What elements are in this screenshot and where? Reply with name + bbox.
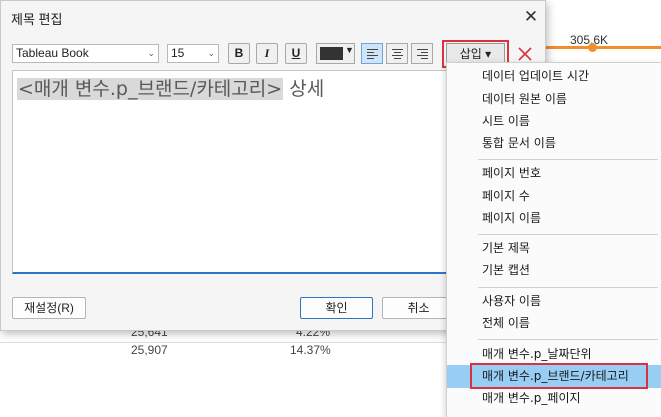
menu-item-page-name[interactable]: 페이지 이름 [447,207,661,230]
font-family-value: Tableau Book [16,46,89,60]
cell-value: 25,907 [131,343,168,357]
menu-item-data-source-name[interactable]: 데이터 원본 이름 [447,88,661,111]
line-series [540,46,661,49]
caret-down-icon: ▼ [345,45,354,55]
dialog-titlebar: 제목 편집 ✕ [1,1,545,33]
menu-item-default-caption[interactable]: 기본 캡션 [447,259,661,282]
title-editor[interactable]: <매개 변수.p_브랜드/카테고리> 상세 [12,70,455,274]
align-center-button[interactable] [386,43,408,64]
bold-button[interactable]: B [228,43,250,64]
editor-content: <매개 변수.p_브랜드/카테고리> 상세 [17,76,324,102]
cell-percent: 14.37% [290,343,331,357]
font-size-value: 15 [171,46,185,60]
menu-divider [478,339,658,340]
menu-item-user-name[interactable]: 사용자 이름 [447,290,661,313]
close-icon[interactable]: ✕ [519,5,543,29]
editor-text: 상세 [283,78,325,100]
align-right-button[interactable] [411,43,433,64]
menu-item-page-number[interactable]: 페이지 번호 [447,162,661,185]
font-size-select[interactable]: 15 ⌄ [167,44,219,63]
menu-item-page-count[interactable]: 페이지 수 [447,185,661,208]
chevron-down-icon: ⌄ [147,48,155,58]
menu-item-data-update-time[interactable]: 데이터 업데이트 시간 [447,65,661,88]
menu-item-param-page[interactable]: 매개 변수.p_페이지 [447,387,661,410]
cancel-button[interactable]: 취소 [382,297,455,319]
ok-button[interactable]: 확인 [300,297,373,319]
menu-divider [478,159,658,160]
text-color-button[interactable]: ▼ [316,43,355,64]
chevron-down-icon: ⌄ [207,48,215,58]
underline-button[interactable]: U [285,43,307,64]
italic-button[interactable]: I [256,43,278,64]
annotation-highlight [470,363,648,389]
table-row: 25,907 14.37% [0,343,480,361]
menu-item-sheet-name[interactable]: 시트 이름 [447,110,661,133]
insert-menu: 데이터 업데이트 시간 데이터 원본 이름 시트 이름 통합 문서 이름 페이지… [446,62,661,417]
menu-divider [478,234,658,235]
reset-button[interactable]: 재설정(R) [12,297,86,319]
menu-divider [478,287,658,288]
align-left-button[interactable] [361,43,383,64]
color-swatch [320,47,343,60]
menu-item-full-name[interactable]: 전체 이름 [447,312,661,335]
parameter-token: <매개 변수.p_브랜드/카테고리> [17,78,284,100]
font-family-select[interactable]: Tableau Book ⌄ [12,44,159,63]
menu-item-default-title[interactable]: 기본 제목 [447,237,661,260]
dialog-title: 제목 편집 [11,12,63,27]
line-point [588,43,597,52]
menu-item-workbook-name[interactable]: 통합 문서 이름 [447,132,661,155]
